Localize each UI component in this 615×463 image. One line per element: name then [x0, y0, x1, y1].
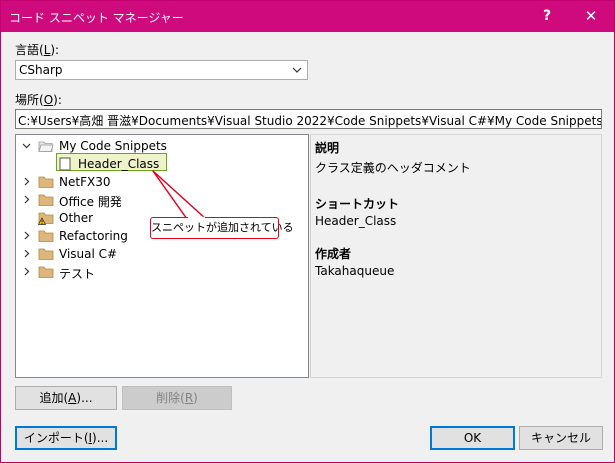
tree-item-label: NetFX30 [59, 175, 111, 189]
tree-item-label: Refactoring [59, 229, 128, 243]
folder-open-icon [38, 141, 54, 152]
tree-item-office-development[interactable]: Office 開発 [16, 191, 306, 209]
tree-item-label: Office 開発 [59, 195, 122, 209]
window-title: コード スニペット マネージャー [9, 11, 184, 25]
chevron-right-icon[interactable] [22, 177, 31, 186]
author-value: Takahaqueue [315, 264, 395, 278]
language-label: 言語(L): [15, 43, 60, 57]
help-button[interactable]: ? [527, 1, 567, 32]
tree-item-label: Other [59, 211, 94, 225]
folder-icon [38, 194, 54, 206]
shortcut-heading: ショートカット [315, 197, 400, 211]
description-value: クラス定義のヘッダコメント [315, 161, 471, 175]
snippet-tree[interactable]: My Code Snippets Header_Class NetFX30 Of… [15, 134, 309, 378]
chevron-right-icon[interactable] [22, 231, 31, 240]
author-heading: 作成者 [315, 247, 352, 261]
tree-item-my-code-snippets[interactable]: My Code Snippets [16, 137, 306, 155]
snippet-details-panel: 説明 クラス定義のヘッダコメント ショートカット Header_Class 作成… [310, 134, 602, 378]
cancel-button[interactable]: キャンセル [519, 426, 603, 450]
annotation-callout: スニペットが追加されている [150, 217, 294, 239]
title-bar: コード スニペット マネージャー ? ✕ [1, 1, 614, 32]
folder-icon [38, 266, 54, 278]
tree-item-label: テスト [59, 267, 96, 281]
shortcut-value: Header_Class [315, 214, 397, 228]
code-snippets-manager-dialog: コード スニペット マネージャー ? ✕ 言語(L): CSharp 場所(O)… [0, 0, 615, 463]
tree-item-label: Visual C# [59, 247, 118, 261]
location-path-field[interactable]: C:¥Users¥高畑 晋滋¥Documents¥Visual Studio 2… [15, 109, 602, 129]
chevron-right-icon[interactable] [22, 249, 31, 258]
chevron-right-icon[interactable] [22, 267, 31, 276]
folder-icon [38, 176, 54, 188]
folder-warning-icon [38, 212, 54, 225]
location-path-text: C:¥Users¥高畑 晋滋¥Documents¥Visual Studio 2… [18, 114, 602, 128]
tree-item-label: My Code Snippets [59, 139, 167, 153]
language-dropdown[interactable]: CSharp [15, 60, 308, 80]
tree-item-netfx30[interactable]: NetFX30 [16, 173, 306, 191]
tree-item-visual-csharp[interactable]: Visual C# [16, 245, 306, 263]
import-button[interactable]: インポート(I)... [15, 426, 117, 450]
folder-icon [38, 248, 54, 260]
description-heading: 説明 [315, 141, 340, 155]
tree-item-label: Header_Class [78, 157, 160, 171]
location-label: 場所(O): [15, 93, 62, 107]
snippet-file-icon [59, 157, 71, 171]
folder-icon [38, 230, 54, 242]
chevron-down-icon [292, 67, 302, 73]
chevron-expanded-icon[interactable] [22, 141, 31, 150]
tree-item-header-class[interactable]: Header_Class [16, 155, 306, 173]
chevron-right-icon[interactable] [22, 195, 31, 204]
language-selected-value: CSharp [19, 63, 63, 77]
remove-button[interactable]: 削除(R) [122, 386, 232, 410]
tree-item-test[interactable]: テスト [16, 263, 306, 281]
ok-button[interactable]: OK [430, 426, 515, 450]
add-button[interactable]: 追加(A)... [15, 386, 117, 410]
close-button[interactable]: ✕ [571, 1, 611, 32]
